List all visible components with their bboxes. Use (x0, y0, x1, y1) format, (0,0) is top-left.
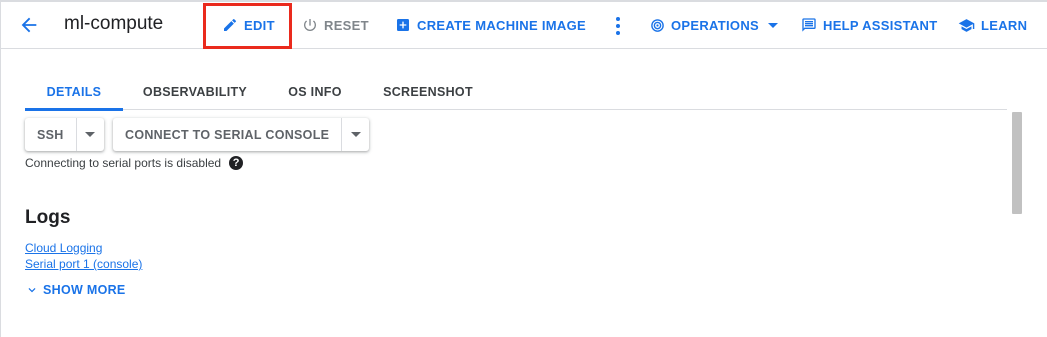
serial-disabled-note: Connecting to serial ports is disabled ? (25, 156, 244, 170)
left-border (0, 0, 1, 337)
help-assistant-button[interactable]: HELP ASSISTANT (801, 10, 937, 40)
power-icon (304, 19, 316, 31)
chevron-down-icon (768, 22, 778, 28)
tab-os-info[interactable]: OS INFO (277, 73, 353, 110)
logs-heading: Logs (25, 207, 71, 228)
chevron-down-icon (28, 288, 36, 293)
tab-details[interactable]: DETAILS (25, 73, 123, 111)
tab-observability-label: OBSERVABILITY (142, 84, 248, 99)
ssh-split-button: SSH (25, 118, 104, 151)
more-vert-icon[interactable] (612, 14, 624, 38)
tab-observability[interactable]: OBSERVABILITY (135, 73, 255, 110)
tab-screenshot[interactable]: SCREENSHOT (375, 73, 481, 110)
ssh-label: SSH (37, 127, 64, 142)
chevron-down-icon (350, 132, 361, 137)
reset-button[interactable]: RESET (302, 10, 369, 40)
vertical-scrollbar[interactable] (1012, 112, 1022, 214)
create-machine-image-button[interactable]: CREATE MACHINE IMAGE (395, 10, 586, 40)
chat-icon (802, 18, 816, 32)
toolbar: ml-compute EDIT RESET CREATE MACHINE IMA… (0, 2, 1047, 49)
back-arrow-icon[interactable] (18, 14, 40, 36)
operations-button[interactable]: OPERATIONS (650, 10, 778, 40)
learn-button[interactable]: LEARN (958, 10, 1027, 40)
ssh-button[interactable]: SSH (25, 118, 76, 151)
show-more-label: SHOW MORE (43, 283, 126, 297)
connect-serial-console-button[interactable]: CONNECT TO SERIAL CONSOLE (113, 118, 341, 151)
chevron-down-icon (85, 132, 96, 137)
create-machine-image-label: CREATE MACHINE IMAGE (417, 17, 586, 33)
show-more-button[interactable]: SHOW MORE (25, 283, 126, 297)
tab-bar: DETAILS OBSERVABILITY OS INFO SCREENSHOT (25, 73, 1007, 111)
reset-label: RESET (324, 17, 369, 33)
edit-highlight-box (203, 3, 292, 49)
serial-console-dropdown-button[interactable] (341, 118, 369, 151)
tab-details-label: DETAILS (46, 84, 102, 99)
ssh-dropdown-button[interactable] (75, 118, 104, 151)
tab-os-info-label: OS INFO (288, 84, 342, 99)
serial-console-split-button: CONNECT TO SERIAL CONSOLE (113, 118, 370, 151)
cloud-logging-link[interactable]: Cloud Logging (25, 241, 102, 255)
help-icon[interactable]: ? (229, 156, 244, 170)
operations-icon (651, 18, 664, 32)
learn-label: LEARN (981, 17, 1028, 33)
serial-console-label: CONNECT TO SERIAL CONSOLE (125, 127, 330, 142)
page-title: ml-compute (64, 13, 164, 34)
help-assistant-label: HELP ASSISTANT (823, 17, 938, 33)
tab-screenshot-label: SCREENSHOT (383, 84, 473, 99)
serial-port-link[interactable]: Serial port 1 (console) (25, 257, 142, 271)
operations-label: OPERATIONS (671, 17, 759, 33)
school-icon (958, 18, 975, 32)
add-box-icon (397, 19, 409, 31)
serial-disabled-text: Connecting to serial ports is disabled (25, 156, 222, 170)
